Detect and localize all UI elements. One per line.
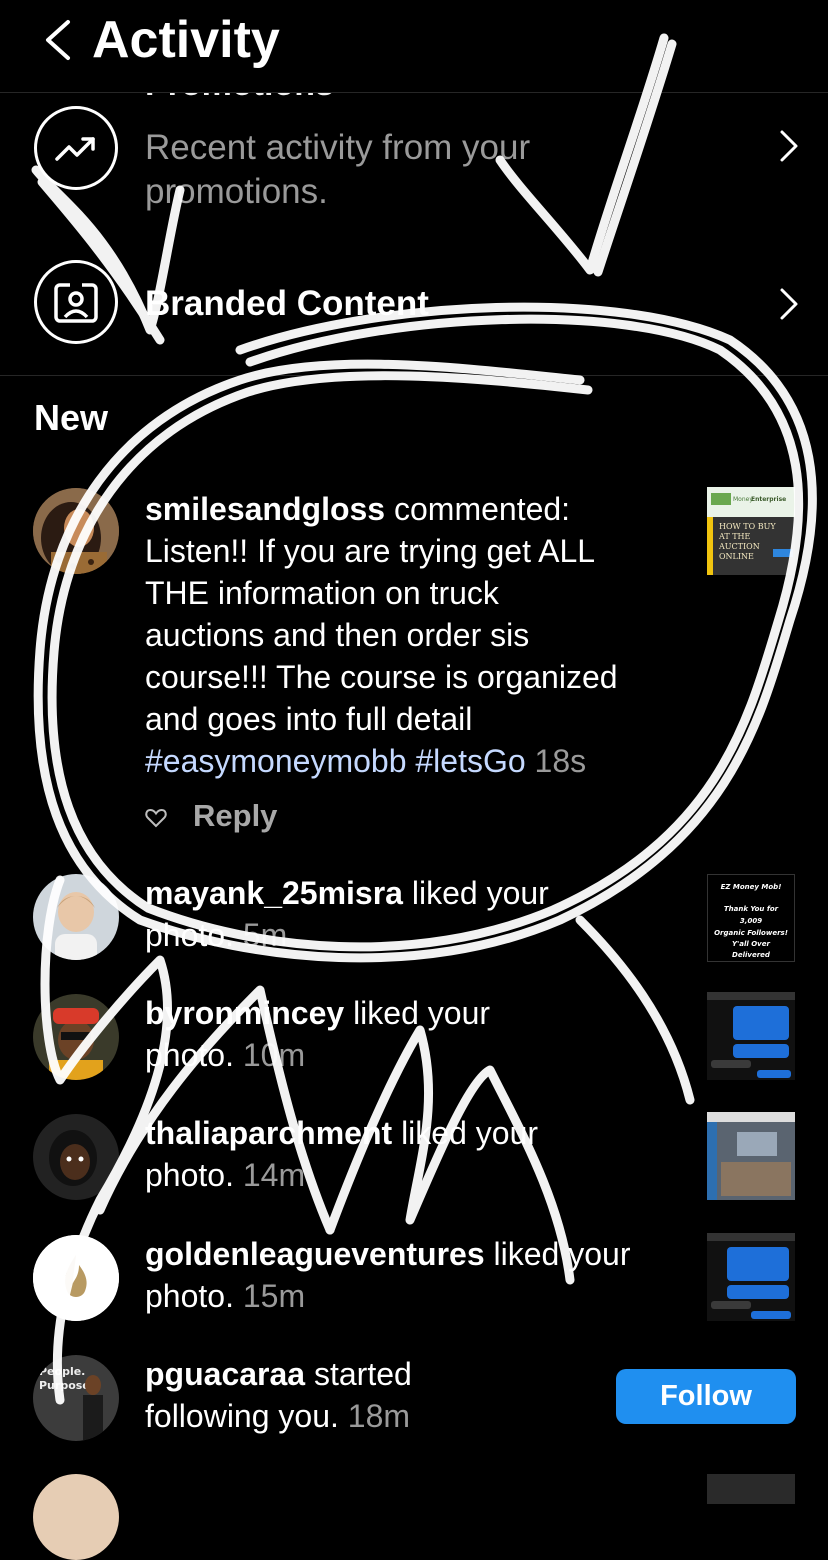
like-action: liked your <box>402 875 549 911</box>
promotions-subtitle-2: promotions. <box>145 172 328 211</box>
timestamp: 5m <box>242 917 288 953</box>
like-action: liked your <box>392 1115 539 1151</box>
username[interactable]: byronmincey <box>145 995 344 1031</box>
hashtag[interactable]: #letsGo <box>415 743 525 779</box>
divider <box>0 375 828 376</box>
follow-button[interactable]: Follow <box>616 1369 796 1424</box>
header-bar: Activity <box>0 0 828 93</box>
thumb-text: 3,009 <box>740 917 762 925</box>
timestamp: 14m <box>242 1157 306 1193</box>
like-action: photo. <box>145 1278 234 1314</box>
reply-button[interactable]: Reply <box>193 798 277 834</box>
avatar-text: Purpose <box>39 1379 90 1392</box>
like-action: photo. <box>145 1037 234 1073</box>
thumb-text: ONLINE <box>719 552 754 561</box>
timestamp: 10m <box>242 1037 306 1073</box>
like-action: liked your <box>484 1236 631 1272</box>
like-text: mayank_25misra liked your photo. 5m <box>145 872 690 956</box>
chevron-left-icon[interactable] <box>40 18 80 62</box>
username[interactable]: goldenleagueventures <box>145 1236 485 1272</box>
like-text: byronmincey liked your photo. 10m <box>145 992 690 1076</box>
avatar[interactable]: People. Purpose <box>33 1355 119 1441</box>
thumb-text: Organic Followers! <box>714 929 788 937</box>
avatar[interactable] <box>33 1474 119 1560</box>
chevron-right-icon <box>780 130 798 162</box>
post-thumbnail[interactable] <box>707 992 795 1080</box>
like-action: liked your <box>344 995 491 1031</box>
comment-action: commented: <box>385 491 571 527</box>
thumb-text: Delivered <box>732 951 771 959</box>
timestamp: 18m <box>347 1398 411 1434</box>
like-action: photo. <box>145 1157 234 1193</box>
thumb-text: Thank You for <box>724 905 779 913</box>
avatar[interactable] <box>33 1114 119 1200</box>
heart-icon[interactable] <box>144 806 168 830</box>
comment-line: and goes into full detail <box>145 701 473 737</box>
avatar[interactable] <box>33 874 119 960</box>
branded-content-row[interactable]: Branded Content <box>0 256 828 356</box>
post-thumbnail[interactable] <box>707 1112 795 1200</box>
trending-up-icon <box>34 106 118 190</box>
thumb-text: Y'all Over <box>732 940 770 948</box>
page-title: Activity <box>92 11 280 69</box>
like-text: goldenleagueventures liked your photo. 1… <box>145 1233 690 1317</box>
timestamp: 18s <box>534 743 587 779</box>
post-thumbnail[interactable]: EZ Money Mob! Thank You for 3,009 Organi… <box>707 874 795 962</box>
thumb-text: AT THE <box>718 532 751 541</box>
avatar[interactable] <box>33 488 119 574</box>
thumb-brand: Enterprise <box>751 496 786 503</box>
promotions-row[interactable]: Recent activity from your promotions. <box>0 92 828 262</box>
comment-line: THE information on truck <box>145 575 499 611</box>
section-header-new: New <box>34 397 109 438</box>
avatar[interactable] <box>33 994 119 1080</box>
flame-logo-icon <box>33 1235 119 1321</box>
id-badge-icon <box>34 260 118 344</box>
comment-line: auctions and then order sis <box>145 617 530 653</box>
comment-notification[interactable]: smilesandgloss commented: Listen!! If yo… <box>0 480 828 840</box>
thumb-text: AUCTION <box>718 542 760 551</box>
promotions-subtitle-1: Recent activity from your <box>145 128 531 167</box>
username[interactable]: mayank_25misra <box>145 875 403 911</box>
branded-content-title: Branded Content <box>145 284 429 323</box>
post-thumbnail[interactable] <box>707 1474 795 1504</box>
post-thumbnail[interactable] <box>707 1233 795 1321</box>
timestamp: 15m <box>242 1278 306 1314</box>
comment-line: Listen!! If you are trying get ALL <box>145 533 596 569</box>
chevron-right-icon <box>780 288 798 320</box>
follow-action: started <box>305 1356 412 1392</box>
hashtag[interactable]: #easymoneymobb <box>145 743 406 779</box>
username[interactable]: pguacaraa <box>145 1356 305 1392</box>
like-action: photo. <box>145 917 234 953</box>
like-text: thaliaparchment liked your photo. 14m <box>145 1112 690 1196</box>
like-notification[interactable]: goldenleagueventures liked your photo. 1… <box>0 1233 828 1333</box>
thumb-text: HOW TO BUY <box>719 522 776 531</box>
follow-action: following you. <box>145 1398 339 1434</box>
post-thumbnail[interactable]: Money Enterprise HOW TO BUY AT THE AUCTI… <box>707 487 795 575</box>
like-notification[interactable]: thaliaparchment liked your photo. 14m <box>0 1112 828 1212</box>
like-notification[interactable]: mayank_25misra liked your photo. 5m EZ M… <box>0 872 828 972</box>
comment-line: course!!! The course is organized <box>145 659 618 695</box>
avatar[interactable] <box>33 1235 119 1321</box>
thumb-text: EZ Money Mob! <box>721 883 782 891</box>
username[interactable]: smilesandgloss <box>145 491 385 527</box>
username[interactable]: thaliaparchment <box>145 1115 392 1151</box>
comment-text: smilesandgloss commented: Listen!! If yo… <box>145 488 690 782</box>
like-notification[interactable]: byronmincey liked your photo. 10m <box>0 992 828 1092</box>
avatar-text: People. <box>39 1365 85 1378</box>
follow-text: pguacaraa started following you. 18m <box>145 1353 585 1437</box>
